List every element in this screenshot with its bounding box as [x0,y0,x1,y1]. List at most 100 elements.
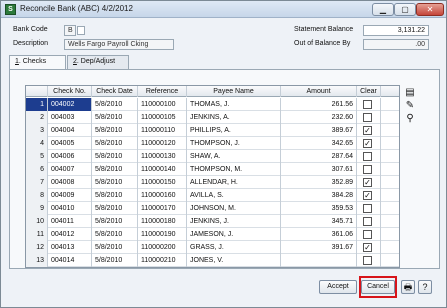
help-icon[interactable]: ? [418,280,432,294]
clear-checkbox[interactable] [363,204,372,213]
cell-check-no[interactable]: 004006 [48,150,92,163]
cell-amount[interactable]: 352.89 [281,176,357,189]
checks-grid[interactable]: Check No. Check Date Reference Payee Nam… [25,85,400,268]
table-row[interactable]: 10 004011 5/8/2010 110000180 JENKINS, J. 345.… [26,215,399,228]
cell-payee-name[interactable]: JOHNSON, M. [187,202,281,215]
cell-reference[interactable]: 110000105 [138,111,187,124]
cell-amount[interactable]: 345.71 [281,215,357,228]
row-number[interactable]: 6 [26,163,48,176]
cell-check-no[interactable]: 004011 [48,215,92,228]
row-number[interactable]: 1 [26,98,48,111]
cell-amount[interactable]: 389.67 [281,124,357,137]
tab-checks[interactable]: 1. Checks [9,55,66,70]
cell-reference[interactable]: 110000130 [138,150,187,163]
cell-reference[interactable]: 110000110 [138,124,187,137]
minimize-button[interactable]: ▁ [372,3,394,16]
clear-checkbox[interactable]: ✓ [363,126,372,135]
cell-check-date[interactable]: 5/8/2010 [92,254,138,267]
cell-check-date[interactable]: 5/8/2010 [92,215,138,228]
table-row[interactable]: 5 004006 5/8/2010 110000130 SHAW, A. 287.64 [26,150,399,163]
cell-check-date[interactable]: 5/8/2010 [92,163,138,176]
cell-payee-name[interactable]: JAMESON, J. [187,228,281,241]
cell-check-date[interactable]: 5/8/2010 [92,150,138,163]
cell-payee-name[interactable]: SHAW, A. [187,150,281,163]
table-row[interactable]: 3 004004 5/8/2010 110000110 PHILLIPS, A. 389.… [26,124,399,137]
maximize-button[interactable]: ▢ [394,3,416,16]
row-number[interactable]: 11 [26,228,48,241]
col-header-payee-name[interactable]: Payee Name [187,86,281,97]
cell-payee-name[interactable]: THOMPSON, J. [187,137,281,150]
col-header-check-date[interactable]: Check Date [92,86,138,97]
cell-check-no[interactable]: 004010 [48,202,92,215]
clear-checkbox[interactable]: ✓ [363,243,372,252]
row-number[interactable]: 13 [26,254,48,267]
customize-icon[interactable]: ✎ [404,100,416,112]
cell-amount[interactable] [281,254,357,267]
cell-amount[interactable]: 307.61 [281,163,357,176]
cell-payee-name[interactable]: JENKINS, A. [187,111,281,124]
cell-amount[interactable]: 261.56 [281,98,357,111]
cell-check-no[interactable]: 004012 [48,228,92,241]
description-field[interactable]: Wells Fargo Payroll Cking [64,39,174,50]
cell-amount[interactable]: 384.28 [281,189,357,202]
cell-reference[interactable]: 110000210 [138,254,187,267]
cell-check-date[interactable]: 5/8/2010 [92,124,138,137]
tab-dep-adjust[interactable]: 2. Dep/Adjust [67,55,129,69]
cell-check-no[interactable]: 004004 [48,124,92,137]
title-bar[interactable]: S Reconcile Bank (ABC) 4/2/2012 ▁ ▢ ✕ [1,1,446,18]
grid-settings-icon[interactable]: ▤ [404,87,416,99]
cell-payee-name[interactable]: ALLENDAR, H. [187,176,281,189]
accept-button[interactable]: Accept [319,280,357,294]
cell-payee-name[interactable]: JONES, V. [187,254,281,267]
row-number[interactable]: 2 [26,111,48,124]
cell-check-no[interactable]: 004007 [48,163,92,176]
cell-check-no[interactable]: 004002 [48,98,92,111]
cell-reference[interactable]: 110000190 [138,228,187,241]
bank-code-lookup-icon[interactable] [77,26,85,35]
table-row[interactable]: 9 004010 5/8/2010 110000170 JOHNSON, M. 359.5… [26,202,399,215]
table-row[interactable]: 7 004008 5/8/2010 110000150 ALLENDAR, H. 352.… [26,176,399,189]
cell-check-date[interactable]: 5/8/2010 [92,228,138,241]
cell-payee-name[interactable]: GRASS, J. [187,241,281,254]
row-number[interactable]: 3 [26,124,48,137]
cell-reference[interactable]: 110000150 [138,176,187,189]
cell-reference[interactable]: 110000170 [138,202,187,215]
find-icon[interactable]: ⚲ [404,113,416,125]
table-row[interactable]: 13 004014 5/8/2010 110000210 JONES, V. [26,254,399,267]
statement-balance-field[interactable]: 3,131.22 [363,25,429,36]
cell-check-no[interactable]: 004009 [48,189,92,202]
table-row[interactable]: 2 004003 5/8/2010 110000105 JENKINS, A. 232.6… [26,111,399,124]
clear-checkbox[interactable] [363,152,372,161]
cell-check-no[interactable]: 004014 [48,254,92,267]
cell-payee-name[interactable]: JENKINS, J. [187,215,281,228]
bank-code-field[interactable]: B [64,25,76,36]
cell-payee-name[interactable]: PHILLIPS, A. [187,124,281,137]
row-number[interactable]: 4 [26,137,48,150]
row-number[interactable]: 9 [26,202,48,215]
close-button[interactable]: ✕ [416,3,444,16]
table-row[interactable]: 11 004012 5/8/2010 110000190 JAMESON, J. 361.… [26,228,399,241]
cell-amount[interactable]: 361.06 [281,228,357,241]
clear-checkbox[interactable]: ✓ [363,178,372,187]
col-header-check-no[interactable]: Check No. [48,86,92,97]
table-row[interactable]: 6 004007 5/8/2010 110000140 THOMPSON, M. 307.… [26,163,399,176]
cell-amount[interactable]: 359.53 [281,202,357,215]
cell-reference[interactable]: 110000120 [138,137,187,150]
cell-reference[interactable]: 110000180 [138,215,187,228]
clear-checkbox[interactable]: ✓ [363,191,372,200]
cell-check-date[interactable]: 5/8/2010 [92,202,138,215]
col-header-amount[interactable]: Amount [281,86,357,97]
clear-checkbox[interactable] [363,100,372,109]
cell-check-no[interactable]: 004003 [48,111,92,124]
cell-reference[interactable]: 110000160 [138,189,187,202]
cell-check-date[interactable]: 5/8/2010 [92,176,138,189]
table-row[interactable]: 1 004002 5/8/2010 110000100 THOMAS, J. 261.56 [26,98,399,111]
clear-checkbox[interactable]: ✓ [363,139,372,148]
cell-payee-name[interactable]: THOMPSON, M. [187,163,281,176]
table-row[interactable]: 4 004005 5/8/2010 110000120 THOMPSON, J. 342.… [26,137,399,150]
print-icon[interactable]: 🖶 [401,280,415,294]
row-number[interactable]: 5 [26,150,48,163]
col-header-reference[interactable]: Reference [138,86,187,97]
cell-check-no[interactable]: 004005 [48,137,92,150]
row-number[interactable]: 10 [26,215,48,228]
